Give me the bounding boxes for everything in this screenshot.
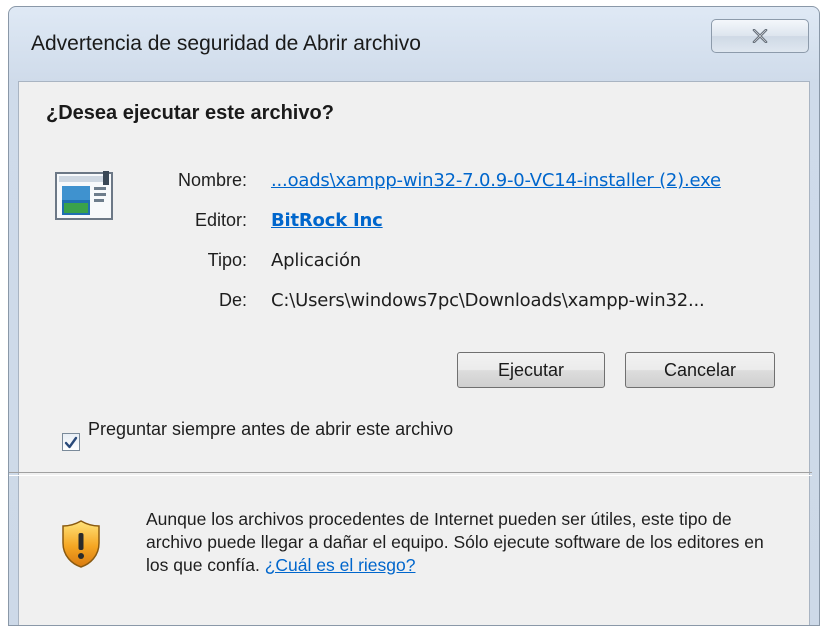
run-button[interactable]: Ejecutar [457,352,605,388]
publisher-label: Editor: [194,210,247,230]
application-window-icon [55,171,113,220]
warning-message: Aunque los archivos procedentes de Inter… [146,508,786,577]
from-label: De: [218,290,247,310]
dialog-heading: ¿Desea ejecutar este archivo? [46,102,334,124]
always-ask-label[interactable]: Preguntar siempre antes de abrir este ar… [88,418,468,441]
close-icon [752,29,768,43]
checkmark-icon [64,436,78,448]
publisher-link[interactable]: BitRock Inc [271,210,383,231]
type-value: Aplicación [271,250,361,271]
section-divider [9,472,812,476]
risk-link[interactable]: ¿Cuál es el riesgo? [265,555,416,575]
security-shield-warning-icon [62,520,100,568]
type-label: Tipo: [207,250,247,270]
cancel-button[interactable]: Cancelar [625,352,775,388]
file-name-link[interactable]: ...oads\xampp-win32-7.0.9-0-VC14-install… [271,170,721,191]
window-title: Advertencia de seguridad de Abrir archiv… [31,32,421,55]
close-button[interactable] [711,19,809,53]
title-bar[interactable]: Advertencia de seguridad de Abrir archiv… [9,7,819,81]
always-ask-checkbox[interactable] [62,433,80,451]
from-value: C:\Users\windows7pc\Downloads\xampp-win3… [271,290,705,311]
name-label: Nombre: [177,170,247,190]
warning-text: Aunque los archivos procedentes de Inter… [146,509,764,575]
